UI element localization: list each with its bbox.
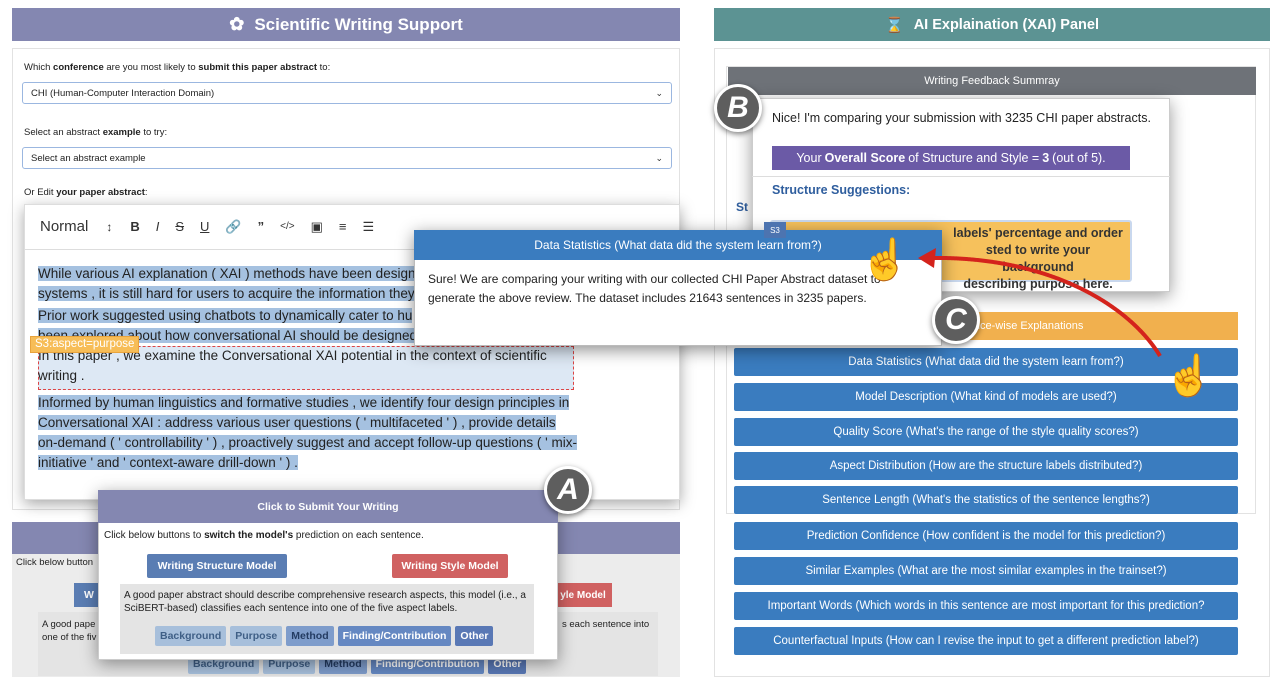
conference-select[interactable]: CHI (Human-Computer Interaction Domain) …: [22, 82, 672, 104]
behind-instruction: Click below button: [16, 557, 94, 568]
example-question: Select an abstract example to try:: [24, 127, 168, 138]
sentence-1[interactable]: While various AI explanation ( XAI ) met…: [38, 266, 416, 281]
ordered-list-icon[interactable]: ≡: [339, 219, 347, 234]
sentence-2[interactable]: Prior work suggested using chatbots to d…: [38, 308, 413, 323]
aspect-label-chips: Background Purpose Method Finding/Contri…: [155, 626, 494, 646]
submit-instruction: Click below buttons to switch the model'…: [104, 530, 424, 541]
writing-structure-model-button[interactable]: Writing Structure Model: [147, 554, 287, 578]
label-other[interactable]: Other: [455, 626, 494, 646]
bullet-list-icon[interactable]: ☰: [362, 219, 374, 235]
divider: [752, 176, 1170, 177]
label-finding[interactable]: Finding/Contribution: [337, 626, 452, 646]
prediction-confidence-button[interactable]: Prediction Confidence (How confident is …: [734, 522, 1238, 550]
label-purpose[interactable]: Purpose: [230, 626, 283, 646]
aspect-tag: S3:aspect=purpose: [30, 336, 140, 353]
bold-icon[interactable]: B: [130, 219, 139, 234]
format-select[interactable]: Normal: [40, 218, 88, 235]
sentence-length-button[interactable]: Sentence Length (What's the statistics o…: [734, 486, 1238, 514]
counterfactual-inputs-button[interactable]: Counterfactual Inputs (How can I revise …: [734, 627, 1238, 655]
behind-style-button[interactable]: yle Model: [554, 583, 612, 607]
label-method[interactable]: Method: [286, 626, 334, 646]
feedback-greeting: Nice! I'm comparing your submission with…: [772, 111, 1151, 125]
quote-icon[interactable]: ”: [258, 219, 265, 234]
conference-question: Which conference are you most likely to …: [24, 62, 331, 73]
aspect-distribution-button[interactable]: Aspect Distribution (How are the structu…: [734, 452, 1238, 480]
data-statistics-text: Sure! We are comparing your writing with…: [428, 272, 881, 305]
badge-c: C: [932, 296, 980, 344]
label-background[interactable]: Background: [155, 626, 227, 646]
pointer-hand-icon: ☝: [1164, 354, 1214, 398]
underline-icon[interactable]: U: [200, 219, 209, 234]
image-icon[interactable]: ▣: [311, 219, 323, 235]
submit-button[interactable]: Click to Submit Your Writing: [98, 490, 558, 523]
model-description-button[interactable]: Model Description (What kind of models a…: [734, 383, 1238, 411]
left-panel-title: Scientific Writing Support: [254, 14, 463, 34]
strikethrough-icon[interactable]: S: [175, 219, 184, 234]
structure-suggestions-title: Structure Suggestions:: [772, 183, 911, 197]
chevron-down-icon: ⌄: [655, 152, 663, 163]
s3-chip: S3: [764, 222, 786, 238]
sentence-4[interactable]: Informed by human linguistics and format…: [38, 395, 570, 410]
feedback-header: Writing Feedback Summray: [728, 67, 1256, 95]
important-words-button[interactable]: Important Words (Which words in this sen…: [734, 592, 1238, 620]
feather-icon: ✿: [229, 14, 245, 34]
right-panel-title: AI Explaination (XAI) Panel: [913, 16, 1099, 33]
format-arrows-icon[interactable]: ↕: [106, 220, 112, 234]
example-select[interactable]: Select an abstract example ⌄: [22, 147, 672, 169]
writing-style-model-button[interactable]: Writing Style Model: [392, 554, 508, 578]
quality-score-button[interactable]: Quality Score (What's the range of the s…: [734, 418, 1238, 446]
code-icon[interactable]: </>: [280, 221, 294, 232]
italic-icon[interactable]: I: [156, 219, 160, 234]
chevron-down-icon: ⌄: [655, 87, 663, 98]
similar-examples-button[interactable]: Similar Examples (What are the most simi…: [734, 557, 1238, 585]
overall-score-bar: Your Overall Score of Structure and Styl…: [772, 146, 1130, 170]
badge-a: A: [544, 466, 592, 514]
model-description: A good paper abstract should describe co…: [124, 590, 526, 614]
pointer-hand-icon: ☝: [860, 238, 910, 282]
left-panel-header: ✿ Scientific Writing Support: [12, 8, 680, 41]
edit-question: Or Edit your paper abstract:: [24, 187, 148, 198]
badge-b: B: [714, 84, 762, 132]
right-panel-header: ⌛ AI Explaination (XAI) Panel: [714, 8, 1270, 41]
hourglass-icon: ⌛: [885, 16, 904, 34]
link-icon[interactable]: 🔗: [225, 219, 241, 235]
